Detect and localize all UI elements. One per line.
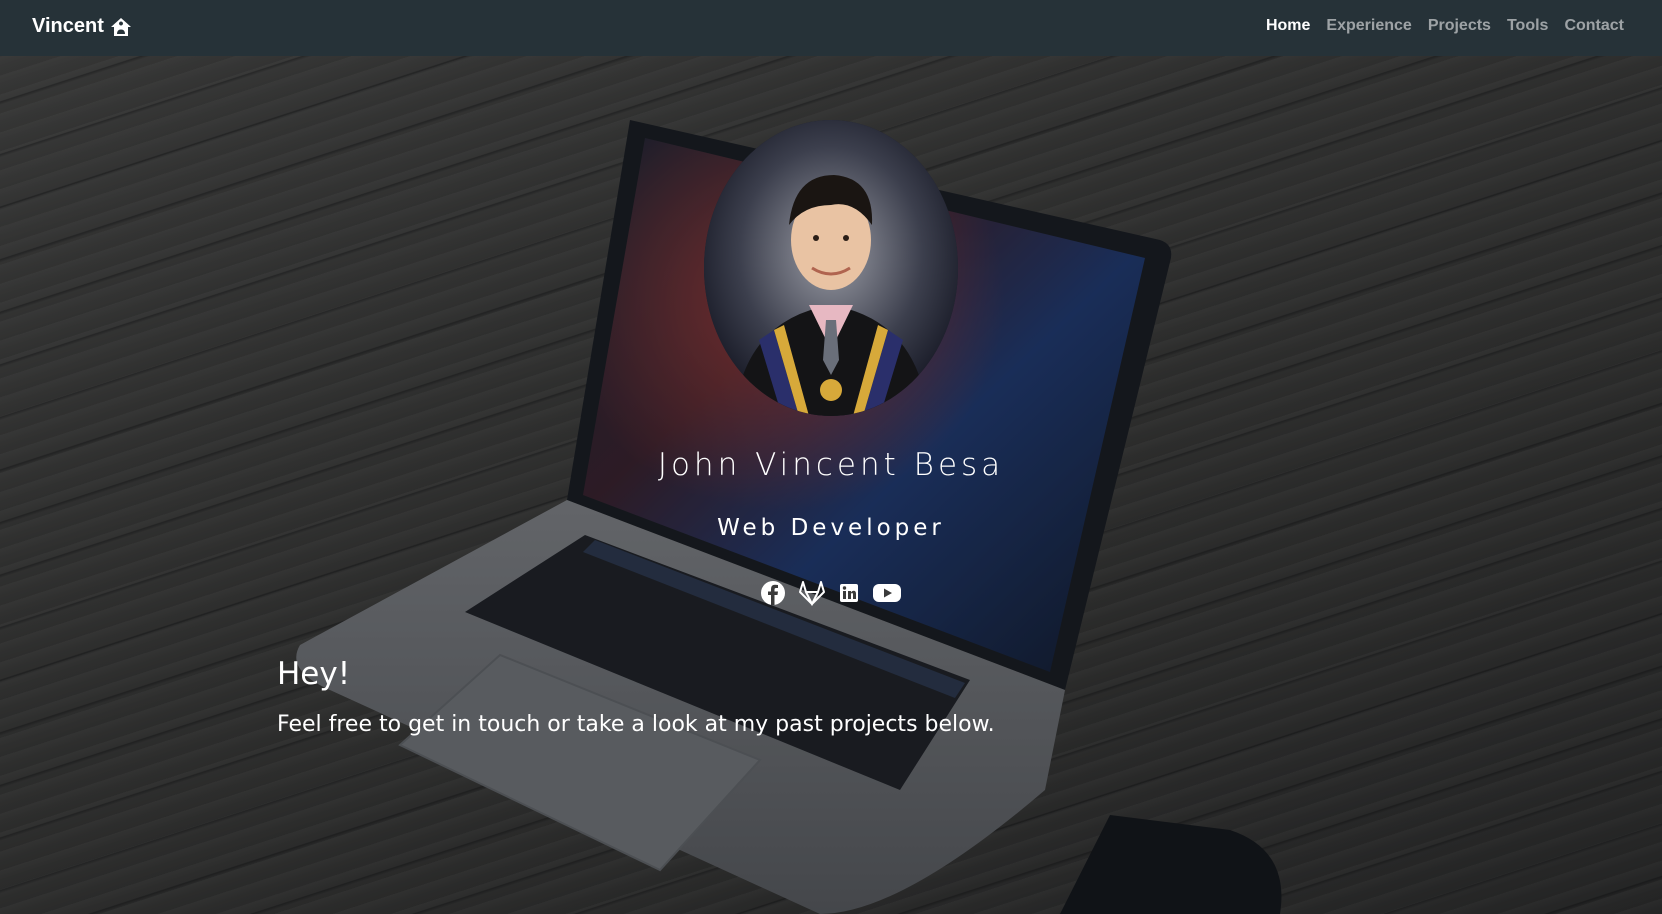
linkedin-link[interactable]	[838, 582, 860, 608]
linkedin-icon	[838, 582, 860, 608]
greeting-tagline: Feel free to get in touch or take a look…	[277, 712, 995, 737]
nav-tools[interactable]: Tools	[1499, 17, 1556, 35]
nav-projects[interactable]: Projects	[1420, 17, 1499, 35]
home-icon	[110, 17, 132, 37]
nav-home[interactable]: Home	[1258, 17, 1318, 35]
nav-contact[interactable]: Contact	[1556, 17, 1632, 35]
top-navbar: Vincent Home Experience Projects Tools C…	[0, 0, 1662, 56]
greeting-heading: Hey!	[277, 656, 351, 692]
brand-link[interactable]: Vincent	[32, 15, 132, 38]
youtube-icon	[872, 582, 902, 608]
hero-role: Web Developer	[717, 515, 945, 541]
nav-experience[interactable]: Experience	[1318, 17, 1419, 35]
youtube-link[interactable]	[872, 582, 902, 608]
gitlab-link[interactable]	[798, 580, 826, 610]
brand-name: Vincent	[32, 15, 104, 37]
facebook-link[interactable]	[760, 580, 786, 610]
gitlab-icon	[798, 580, 826, 610]
social-links	[0, 580, 1662, 610]
facebook-icon	[760, 580, 786, 610]
profile-avatar	[704, 120, 958, 416]
hero-name: John Vincent Besa	[657, 447, 1005, 483]
main-nav: Home Experience Projects Tools Contact	[1258, 17, 1632, 35]
